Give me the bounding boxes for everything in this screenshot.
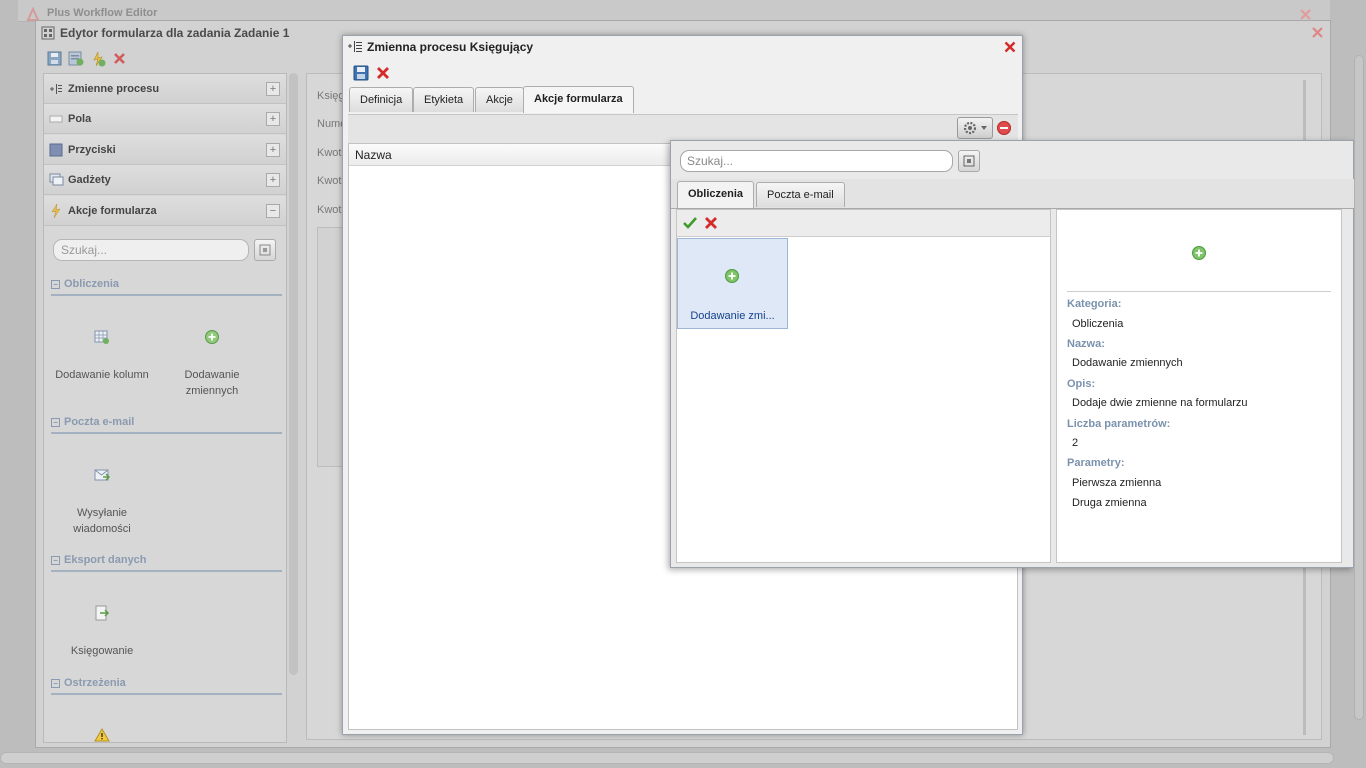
param-count-label: Liczba parametrów: bbox=[1067, 418, 1171, 430]
expand-icon[interactable]: + bbox=[266, 173, 280, 187]
remove-icon[interactable] bbox=[997, 121, 1011, 135]
category-calculations[interactable]: − Obliczenia bbox=[51, 278, 282, 296]
add-circle-icon bbox=[204, 329, 220, 345]
tab-actions[interactable]: Akcje bbox=[475, 87, 524, 112]
export-icon bbox=[94, 605, 110, 621]
tool-add-variables[interactable]: Dodawanie zmiennych bbox=[157, 329, 267, 399]
parameter-item: Pierwsza zmienna bbox=[1072, 477, 1162, 489]
category-value: Obliczenia bbox=[1072, 318, 1124, 330]
action-details-panel bbox=[1056, 209, 1342, 563]
details-divider bbox=[1067, 291, 1331, 292]
expand-icon[interactable]: + bbox=[266, 112, 280, 126]
accordion-gadgets[interactable]: Gadżety + bbox=[44, 165, 286, 195]
add-circle-icon bbox=[1191, 245, 1207, 261]
form-editor-close-icon[interactable] bbox=[1312, 27, 1323, 38]
form-actions-toolbar bbox=[348, 114, 1018, 143]
save-icon[interactable] bbox=[47, 51, 62, 66]
tab-form-actions[interactable]: Akcje formularza bbox=[523, 86, 634, 113]
toolbox-scrollbar[interactable] bbox=[289, 73, 298, 675]
dialog-close-icon[interactable] bbox=[1004, 41, 1016, 53]
app-titlebar bbox=[18, 0, 1330, 22]
expand-icon[interactable]: + bbox=[266, 82, 280, 96]
save-as-icon[interactable] bbox=[68, 51, 84, 66]
category-label: Kategoria: bbox=[1067, 298, 1122, 310]
category-data-export[interactable]: − Eksport danych bbox=[51, 554, 282, 572]
add-circle-icon bbox=[724, 268, 740, 284]
tool-posting[interactable]: Księgowanie bbox=[47, 605, 157, 659]
category-email[interactable]: − Poczta e-mail bbox=[51, 416, 282, 434]
app-title: Plus Workflow Editor bbox=[47, 7, 158, 19]
toolbox-panel: Zmienne procesu + Pola + Przyciski + Gad… bbox=[43, 73, 287, 743]
picker-search-button[interactable] bbox=[958, 150, 980, 172]
dialog-delete-icon[interactable] bbox=[376, 66, 390, 80]
action-wizard-icon[interactable] bbox=[90, 51, 106, 67]
app-close-icon[interactable] bbox=[1300, 9, 1311, 20]
tool-send-message[interactable]: Wysyłanie wiadomości bbox=[47, 467, 157, 537]
close-form-icon[interactable] bbox=[113, 52, 126, 65]
warning-icon bbox=[94, 728, 110, 742]
field-icon bbox=[49, 112, 63, 126]
picker-search-input[interactable]: Szukaj... bbox=[680, 150, 953, 172]
picker-tab-email[interactable]: Poczta e-mail bbox=[756, 182, 845, 207]
parameters-label: Parametry: bbox=[1067, 457, 1125, 469]
parameter-item: Druga zmienna bbox=[1072, 497, 1147, 509]
dialog-title: Zmienna procesu Księgujący bbox=[367, 40, 534, 54]
settings-menu-button[interactable] bbox=[957, 117, 993, 139]
name-value: Dodawanie zmiennych bbox=[1072, 357, 1183, 369]
table-add-icon bbox=[94, 329, 110, 345]
expand-icon[interactable]: + bbox=[266, 143, 280, 157]
description-value: Dodaje dwie zmienne na formularzu bbox=[1072, 397, 1248, 409]
lightning-icon bbox=[49, 204, 63, 218]
dialog-save-icon[interactable] bbox=[353, 65, 369, 81]
toolbox-search-button[interactable] bbox=[254, 239, 276, 261]
accordion-process-variables[interactable]: Zmienne procesu + bbox=[44, 74, 286, 104]
form-editor-icon bbox=[41, 26, 55, 40]
accept-icon[interactable] bbox=[682, 215, 698, 231]
action-tile-add-variables[interactable]: Dodawanie zmi... bbox=[677, 238, 788, 329]
button-icon bbox=[49, 143, 63, 157]
process-variables-icon bbox=[49, 82, 63, 96]
description-label: Opis: bbox=[1067, 378, 1096, 390]
collapse-icon[interactable]: − bbox=[266, 204, 280, 218]
category-warnings[interactable]: − Ostrzeżenia bbox=[51, 677, 282, 695]
accordion-form-actions[interactable]: Akcje formularza − bbox=[44, 196, 286, 226]
name-label: Nazwa: bbox=[1067, 338, 1105, 350]
accordion-fields[interactable]: Pola + bbox=[44, 104, 286, 134]
picker-list-toolbar bbox=[677, 210, 1050, 237]
app-logo-icon bbox=[26, 7, 40, 21]
tab-label[interactable]: Etykieta bbox=[413, 87, 475, 112]
param-count-value: 2 bbox=[1072, 437, 1079, 449]
cancel-icon[interactable] bbox=[704, 216, 718, 230]
page-vertical-scrollbar[interactable] bbox=[1354, 55, 1364, 720]
toolbox-search-input[interactable]: Szukaj... bbox=[53, 239, 249, 261]
gear-icon bbox=[963, 121, 987, 135]
gadgets-icon bbox=[49, 173, 64, 187]
page-horizontal-scrollbar[interactable] bbox=[0, 752, 1334, 764]
accordion-buttons[interactable]: Przyciski + bbox=[44, 135, 286, 165]
tab-definition[interactable]: Definicja bbox=[349, 87, 414, 112]
process-variable-icon bbox=[347, 40, 365, 54]
tool-add-columns[interactable]: Dodawanie kolumn bbox=[47, 329, 157, 383]
form-editor-title: Edytor formularza dla zadania Zadanie 1 bbox=[60, 26, 290, 40]
picker-tab-calculations[interactable]: Obliczenia bbox=[677, 181, 755, 208]
mail-send-icon bbox=[94, 467, 110, 483]
